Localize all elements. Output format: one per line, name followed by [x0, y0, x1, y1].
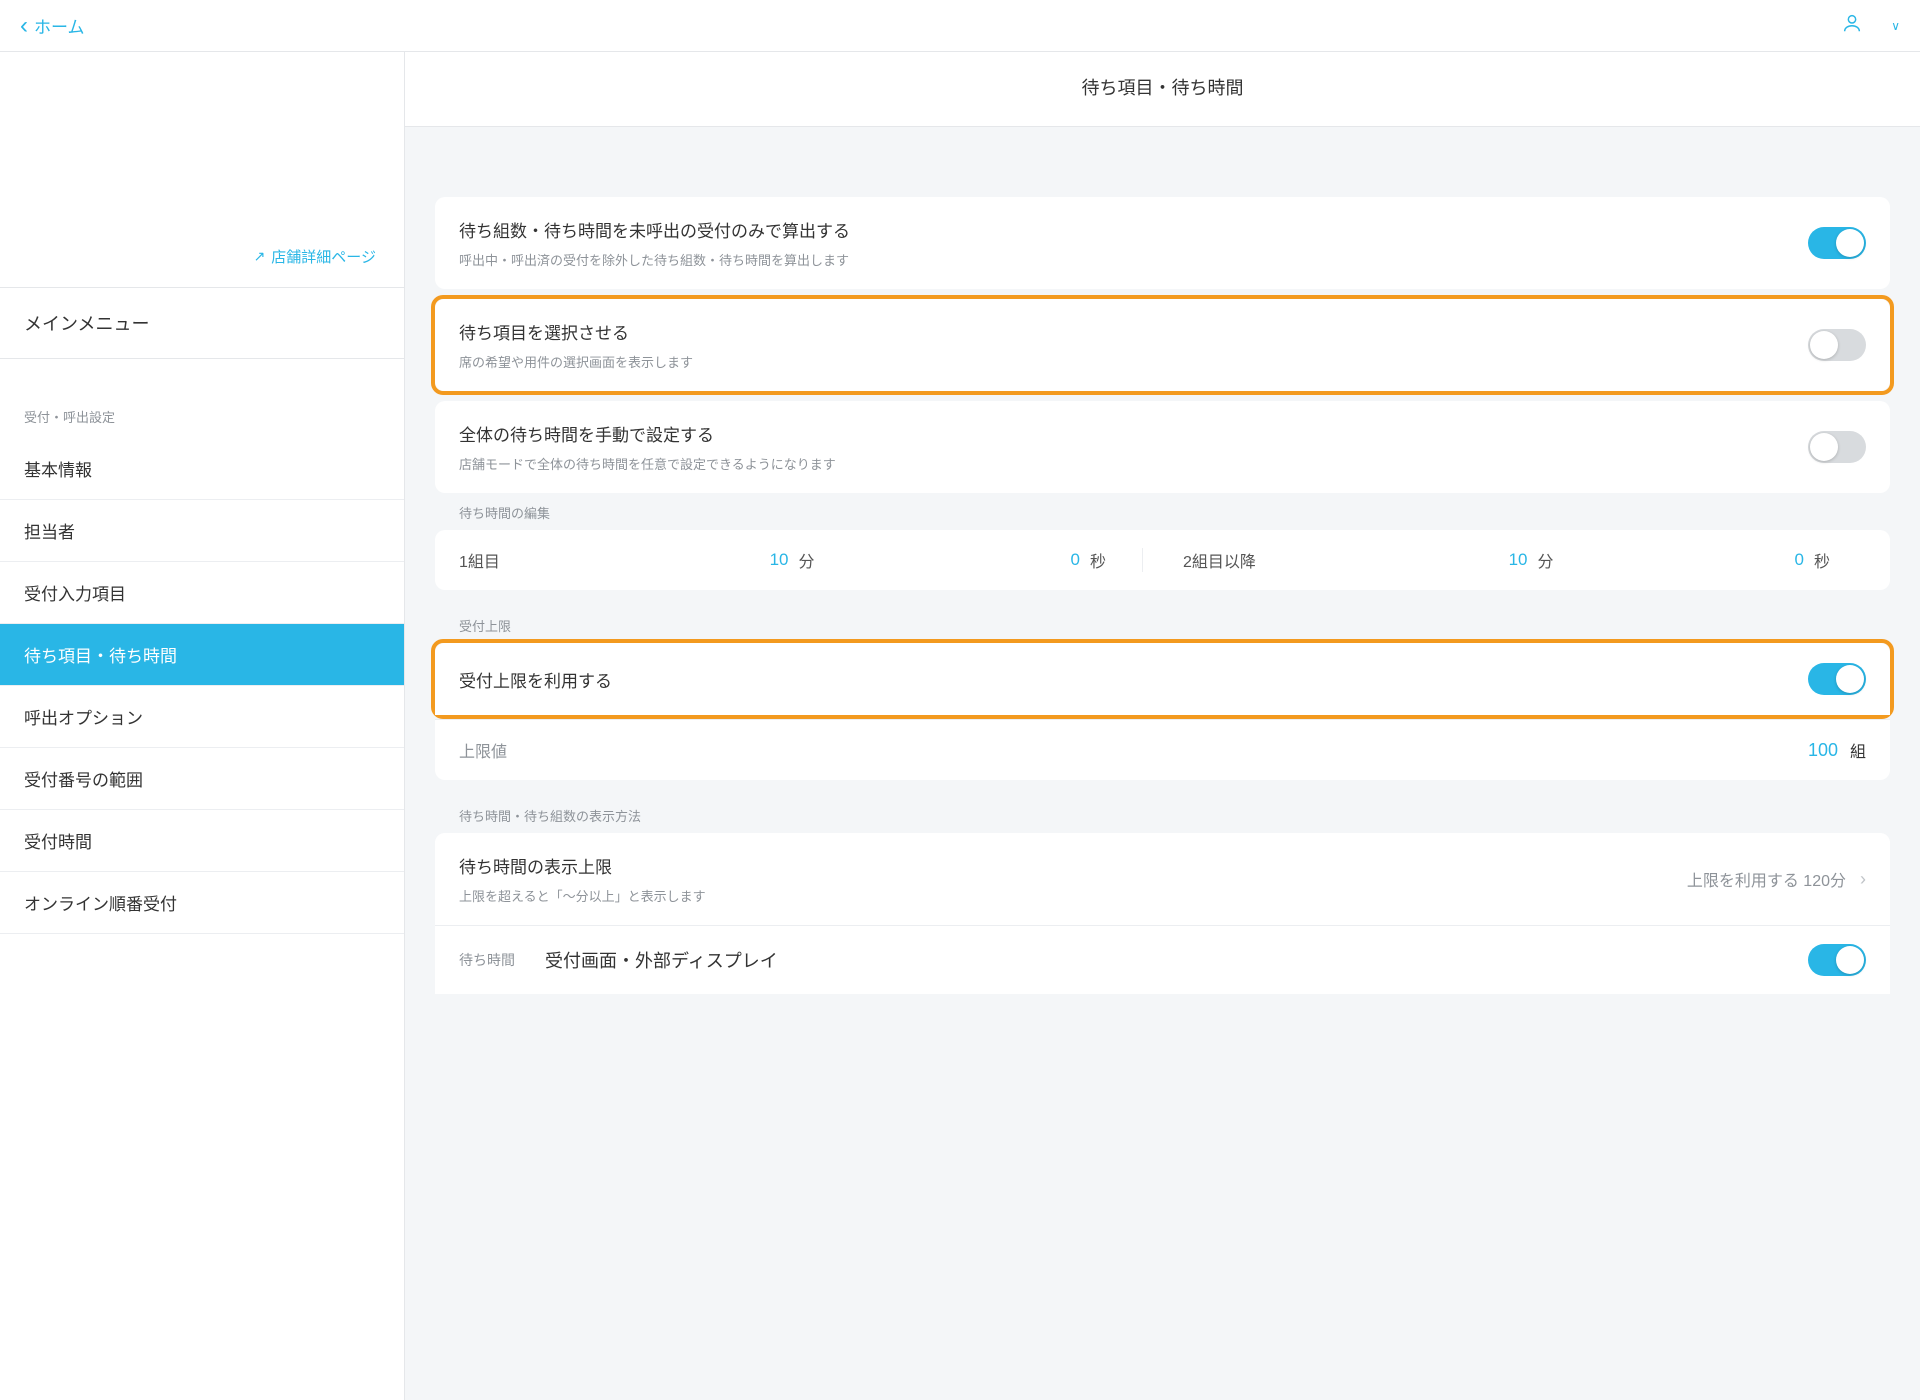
- main-menu-button[interactable]: メインメニュー: [0, 288, 404, 359]
- nav-staff[interactable]: 担当者: [0, 500, 404, 562]
- wait-time-label: 待ち時間: [459, 950, 515, 970]
- chevron-right-icon: ›: [1860, 869, 1866, 890]
- nav-online-reception[interactable]: オンライン順番受付: [0, 872, 404, 934]
- back-button[interactable]: ‹ ホーム: [20, 12, 85, 40]
- toggle-wait-display[interactable]: [1808, 944, 1866, 976]
- group1-min[interactable]: 10: [559, 550, 799, 570]
- chevron-left-icon: ‹: [20, 12, 28, 40]
- min-unit: 分: [1538, 548, 1590, 572]
- display-upper-limit-sub: 上限を超えると「～分以上」と表示します: [459, 886, 1687, 905]
- limit-value-label: 上限値: [459, 738, 799, 762]
- toggle-select-items[interactable]: [1808, 329, 1866, 361]
- toggle-use-limit[interactable]: [1808, 663, 1866, 695]
- nav-wait-items[interactable]: 待ち項目・待ち時間: [0, 624, 404, 686]
- wait-time-display-row[interactable]: 待ち時間 受付画面・外部ディスプレイ: [435, 925, 1890, 994]
- setting-select-items-title: 待ち項目を選択させる: [459, 319, 1784, 344]
- limit-value[interactable]: 100: [1808, 740, 1846, 761]
- nav-call-options[interactable]: 呼出オプション: [0, 686, 404, 748]
- group2-sec[interactable]: 0: [1590, 550, 1815, 570]
- display-upper-limit-value: 上限を利用する 120分: [1687, 867, 1846, 891]
- user-icon[interactable]: [1841, 12, 1863, 39]
- toggle-manual-wait[interactable]: [1808, 431, 1866, 463]
- sec-unit: 秒: [1814, 548, 1866, 572]
- nav-basic-info[interactable]: 基本情報: [0, 438, 404, 500]
- setting-manual-wait-title: 全体の待ち時間を手動で設定する: [459, 421, 1784, 446]
- limit-unit: 組: [1846, 738, 1866, 762]
- back-label: ホーム: [34, 13, 85, 38]
- store-link-label: 店舗詳細ページ: [271, 246, 376, 267]
- nav-reception-fields[interactable]: 受付入力項目: [0, 562, 404, 624]
- display-upper-limit-row[interactable]: 待ち時間の表示上限 上限を超えると「～分以上」と表示します 上限を利用する 12…: [435, 833, 1890, 925]
- setting-uncalled-title: 待ち組数・待ち時間を未呼出の受付のみで算出する: [459, 217, 1784, 242]
- nav-reception-time[interactable]: 受付時間: [0, 810, 404, 872]
- sec-unit: 秒: [1090, 548, 1142, 572]
- group2-label: 2組目以降: [1183, 548, 1313, 572]
- min-unit: 分: [799, 548, 851, 572]
- chevron-down-icon[interactable]: ∨: [1891, 19, 1900, 33]
- nav-number-range[interactable]: 受付番号の範囲: [0, 748, 404, 810]
- external-link-icon: ↗: [254, 248, 266, 265]
- group1-label: 1組目: [459, 548, 559, 572]
- group1-sec[interactable]: 0: [851, 550, 1091, 570]
- wait-time-display-value: 受付画面・外部ディスプレイ: [545, 947, 1778, 973]
- setting-manual-wait-sub: 店舗モードで全体の待ち時間を任意で設定できるようになります: [459, 454, 1784, 473]
- store-detail-link[interactable]: ↗ 店舗詳細ページ: [254, 246, 376, 267]
- toggle-uncalled-only[interactable]: [1808, 227, 1866, 259]
- group2-min[interactable]: 10: [1313, 550, 1538, 570]
- display-section-label: 待ち時間・待ち組数の表示方法: [435, 806, 1890, 833]
- setting-uncalled-sub: 呼出中・呼出済の受付を除外した待ち組数・待ち時間を算出します: [459, 250, 1784, 269]
- limit-value-row[interactable]: 上限値 100 組: [435, 719, 1890, 780]
- setting-select-items-sub: 席の希望や用件の選択画面を表示します: [459, 352, 1784, 371]
- sidebar-section-label: 受付・呼出設定: [0, 359, 404, 438]
- setting-use-limit-title: 受付上限を利用する: [459, 667, 1784, 692]
- wait-time-editor[interactable]: 1組目 10 分 0 秒 2組目以降 10 分 0 秒: [435, 530, 1890, 590]
- page-title: 待ち項目・待ち時間: [405, 52, 1920, 127]
- wait-edit-label: 待ち時間の編集: [435, 503, 1890, 530]
- display-upper-limit-title: 待ち時間の表示上限: [459, 853, 1687, 878]
